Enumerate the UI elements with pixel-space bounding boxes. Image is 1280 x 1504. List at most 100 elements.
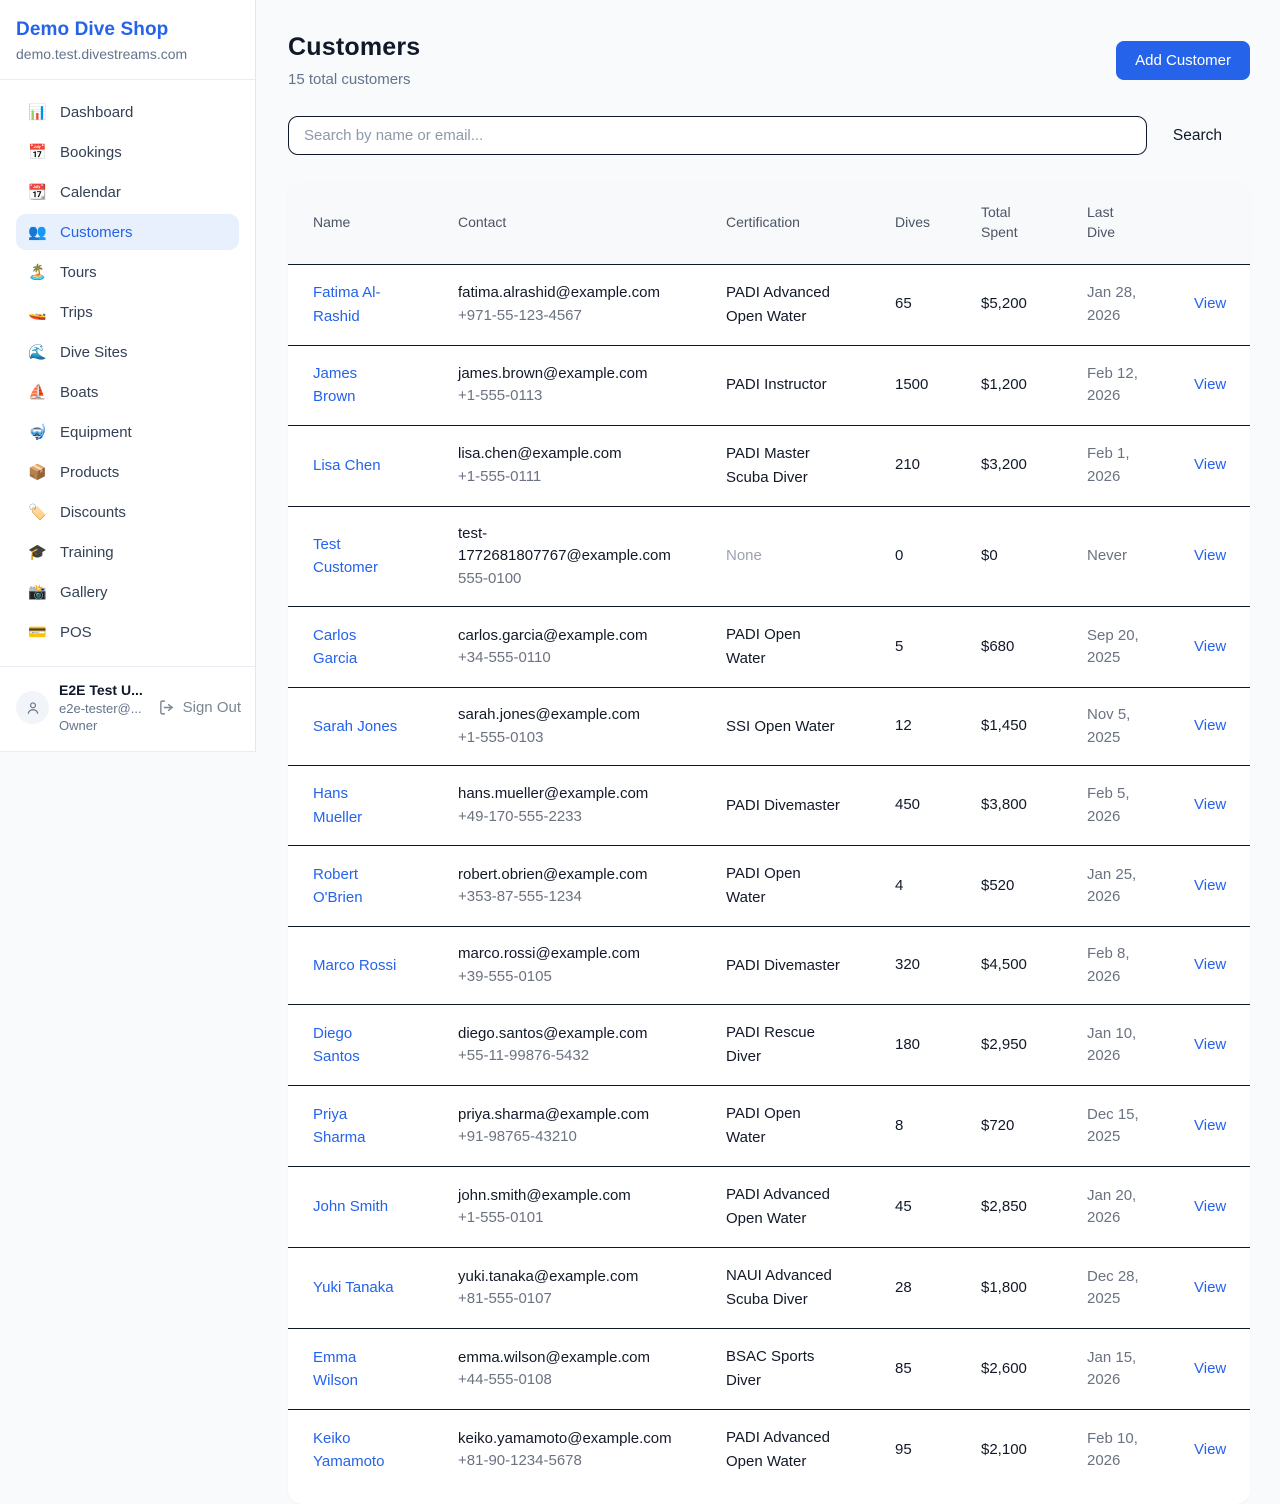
view-customer-link[interactable]: View — [1194, 1279, 1226, 1296]
view-customer-link[interactable]: View — [1194, 547, 1226, 564]
view-customer-link[interactable]: View — [1194, 1441, 1226, 1458]
customer-last-dive: Sep 20, 2025 — [1087, 607, 1194, 688]
user-section: E2E Test U... e2e-tester@... Owner Sign … — [0, 666, 255, 751]
customer-name-link[interactable]: James Brown — [313, 365, 357, 406]
customer-dives: 320 — [895, 927, 981, 1005]
customer-certification: PADI Advanced Open Water — [726, 264, 895, 345]
view-customer-link[interactable]: View — [1194, 717, 1226, 734]
customer-name-link[interactable]: Yuki Tanaka — [313, 1279, 394, 1296]
customer-name-link[interactable]: Priya Sharma — [313, 1106, 366, 1147]
page-header: Customers 15 total customers Add Custome… — [288, 33, 1250, 88]
customer-email: sarah.jones@example.com — [458, 704, 694, 727]
search-button[interactable]: Search — [1147, 127, 1250, 145]
sidebar-item-equipment[interactable]: 🤿 Equipment — [16, 414, 239, 450]
add-customer-button[interactable]: Add Customer — [1116, 41, 1250, 80]
view-customer-link[interactable]: View — [1194, 1036, 1226, 1053]
customer-name-link[interactable]: Marco Rossi — [313, 957, 396, 974]
customer-name-link[interactable]: Keiko Yamamoto — [313, 1430, 384, 1471]
customer-email: emma.wilson@example.com — [458, 1347, 694, 1370]
view-customer-link[interactable]: View — [1194, 638, 1226, 655]
sidebar-item-dashboard[interactable]: 📊 Dashboard — [16, 94, 239, 130]
search-bar: Search — [288, 116, 1250, 155]
customer-total-spent: $1,800 — [981, 1248, 1087, 1329]
sidebar-item-dive-sites[interactable]: 🌊 Dive Sites — [16, 334, 239, 370]
view-customer-link[interactable]: View — [1194, 456, 1226, 473]
customer-total-spent: $720 — [981, 1086, 1087, 1167]
customer-name-link[interactable]: John Smith — [313, 1198, 388, 1215]
user-info: E2E Test U... e2e-tester@... Owner — [59, 681, 148, 735]
customer-phone: +971-55-123-4567 — [458, 305, 694, 328]
customer-name-link[interactable]: Sarah Jones — [313, 718, 397, 735]
customer-email: robert.obrien@example.com — [458, 864, 694, 887]
customer-email: fatima.alrashid@example.com — [458, 282, 694, 305]
customer-name-link[interactable]: Test Customer — [313, 536, 378, 577]
search-input[interactable] — [288, 116, 1147, 155]
customer-dives: 180 — [895, 1005, 981, 1086]
discounts-icon: 🏷️ — [28, 503, 47, 521]
customer-name-link[interactable]: Carlos Garcia — [313, 627, 357, 668]
sidebar-item-tours[interactable]: 🏝️ Tours — [16, 254, 239, 290]
customer-dives: 210 — [895, 425, 981, 506]
customer-certification: PADI Open Water — [726, 846, 895, 927]
view-customer-link[interactable]: View — [1194, 796, 1226, 813]
customer-dives: 4 — [895, 846, 981, 927]
view-customer-link[interactable]: View — [1194, 376, 1226, 393]
view-customer-link[interactable]: View — [1194, 1198, 1226, 1215]
view-customer-link[interactable]: View — [1194, 877, 1226, 894]
brand-name[interactable]: Demo Dive Shop — [16, 19, 239, 41]
customer-name-link[interactable]: Hans Mueller — [313, 785, 362, 826]
customer-last-dive: Jan 20, 2026 — [1087, 1167, 1194, 1248]
customer-dives: 28 — [895, 1248, 981, 1329]
brand: Demo Dive Shop demo.test.divestreams.com — [0, 0, 255, 80]
customer-last-dive: Feb 5, 2026 — [1087, 766, 1194, 846]
view-customer-link[interactable]: View — [1194, 1117, 1226, 1134]
products-icon: 📦 — [28, 463, 47, 481]
customer-name-link[interactable]: Emma Wilson — [313, 1349, 358, 1390]
customer-total-spent: $680 — [981, 607, 1087, 688]
sidebar-item-gallery[interactable]: 📸 Gallery — [16, 574, 239, 610]
customer-name-link[interactable]: Lisa Chen — [313, 457, 381, 474]
sidebar-item-training[interactable]: 🎓 Training — [16, 534, 239, 570]
customer-certification: PADI Advanced Open Water — [726, 1410, 895, 1491]
table-row: Emma Wilson emma.wilson@example.com +44-… — [288, 1329, 1250, 1410]
sidebar-item-label: Bookings — [60, 144, 122, 161]
sign-out-button[interactable]: Sign Out — [158, 699, 241, 716]
customer-last-dive: Jan 15, 2026 — [1087, 1329, 1194, 1410]
pos-icon: 💳 — [28, 623, 47, 641]
table-header-row: NameContactCertificationDivesTotal Spent… — [288, 181, 1250, 264]
customer-certification: SSI Open Water — [726, 688, 895, 766]
customer-last-dive: Feb 12, 2026 — [1087, 345, 1194, 425]
sidebar-item-discounts[interactable]: 🏷️ Discounts — [16, 494, 239, 530]
sidebar-item-boats[interactable]: ⛵ Boats — [16, 374, 239, 410]
customer-certification: None — [726, 506, 895, 607]
user-email: e2e-tester@... — [59, 700, 148, 718]
sidebar-item-label: Discounts — [60, 504, 126, 521]
customer-name-link[interactable]: Robert O'Brien — [313, 866, 363, 907]
customer-total-spent: $2,950 — [981, 1005, 1087, 1086]
column-header-name: Name — [288, 181, 458, 264]
customer-dives: 45 — [895, 1167, 981, 1248]
sidebar-item-bookings[interactable]: 📅 Bookings — [16, 134, 239, 170]
brand-domain: demo.test.divestreams.com — [16, 46, 239, 62]
customer-total-spent: $2,600 — [981, 1329, 1087, 1410]
view-customer-link[interactable]: View — [1194, 956, 1226, 973]
customer-certification: PADI Divemaster — [726, 766, 895, 846]
sidebar-item-pos[interactable]: 💳 POS — [16, 614, 239, 650]
sidebar-item-label: Equipment — [60, 424, 132, 441]
customer-email: keiko.yamamoto@example.com — [458, 1428, 694, 1451]
customer-email: diego.santos@example.com — [458, 1023, 694, 1046]
view-customer-link[interactable]: View — [1194, 1360, 1226, 1377]
customer-dives: 65 — [895, 264, 981, 345]
customer-phone: +34-555-0110 — [458, 647, 694, 670]
sidebar-item-products[interactable]: 📦 Products — [16, 454, 239, 490]
sidebar-item-customers[interactable]: 👥 Customers — [16, 214, 239, 250]
sidebar-item-label: Dive Sites — [60, 344, 128, 361]
sidebar-item-trips[interactable]: 🚤 Trips — [16, 294, 239, 330]
customer-name-link[interactable]: Fatima Al-Rashid — [313, 284, 381, 325]
customer-name-link[interactable]: Diego Santos — [313, 1025, 360, 1066]
view-customer-link[interactable]: View — [1194, 295, 1226, 312]
table-row: Priya Sharma priya.sharma@example.com +9… — [288, 1086, 1250, 1167]
customer-phone: +39-555-0105 — [458, 966, 694, 989]
sidebar-item-calendar[interactable]: 📆 Calendar — [16, 174, 239, 210]
table-row: Yuki Tanaka yuki.tanaka@example.com +81-… — [288, 1248, 1250, 1329]
